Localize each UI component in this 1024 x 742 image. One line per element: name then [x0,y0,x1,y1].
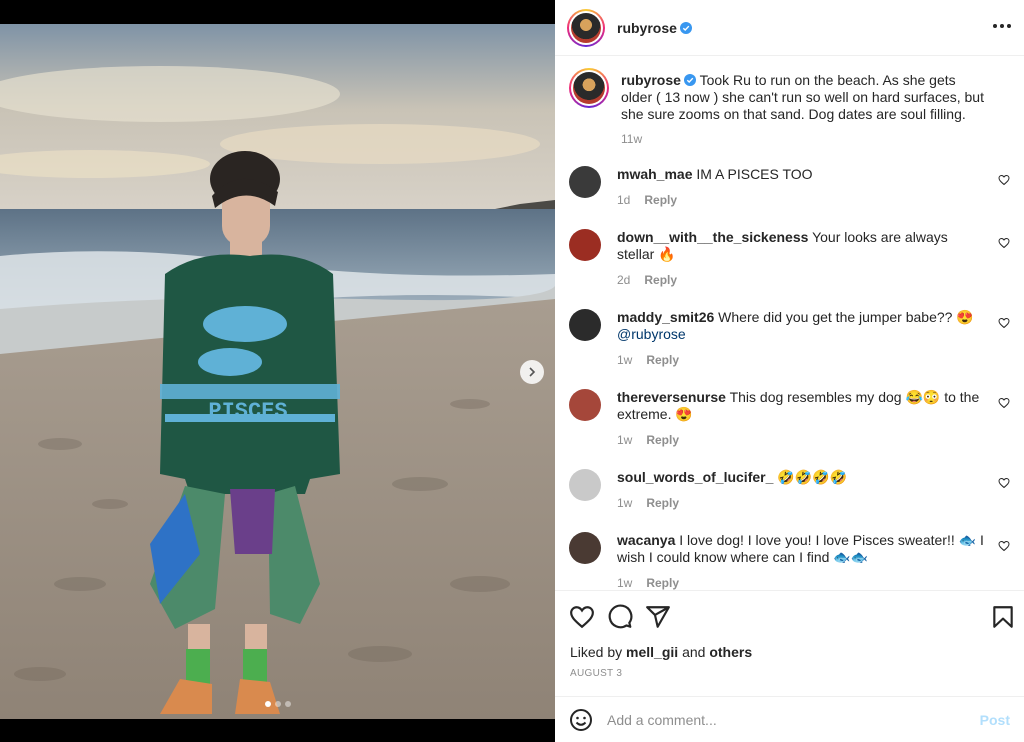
emoji-icon[interactable] [569,708,593,732]
author-username[interactable]: rubyrose [617,20,692,36]
carousel-dot [284,701,291,707]
comment-time: 1d [617,193,631,207]
comment-item: thereversenurse This dog resembles my do… [569,389,1010,449]
add-comment-input[interactable] [607,711,980,728]
reply-button[interactable]: Reply [644,193,677,207]
carousel-indicator [0,701,555,707]
bookmark-icon[interactable] [990,604,1016,630]
post-side-panel: rubyrose rubyrose Took Ru to run on the … [555,0,1024,742]
comment-item: wacanya I love dog! I love you! I love P… [569,532,1010,590]
beach-photo: PISCES [0,24,555,719]
comment-username[interactable]: down__with__the_sickeness [617,229,808,245]
heart-icon[interactable] [998,477,1010,489]
likes-prefix: Liked by [570,644,627,660]
heart-icon[interactable] [998,397,1010,409]
comment-username[interactable]: soul_words_of_lucifer_ [617,469,773,485]
comment-username[interactable]: mwah_mae [617,166,692,182]
heart-icon[interactable] [998,317,1010,329]
comment-time: 2d [617,273,631,287]
caption-username[interactable]: rubyrose [621,72,681,88]
author-avatar[interactable] [567,8,605,47]
comment-icon[interactable] [607,604,633,630]
post-caption: rubyrose Took Ru to run on the beach. As… [569,68,1010,148]
next-photo-button[interactable] [520,360,544,384]
share-icon[interactable] [645,604,671,630]
like-button-heart-icon[interactable] [569,604,595,630]
verified-badge-icon [683,74,696,86]
post-date[interactable]: AUGUST 3 [570,668,622,679]
comment-username[interactable]: wacanya [617,532,675,548]
comment-time: 1w [617,576,633,590]
commenter-avatar[interactable] [569,389,601,421]
comment-username[interactable]: thereversenurse [617,389,726,405]
comment-text: IM A PISCES TOO [696,166,813,182]
heart-icon[interactable] [998,174,1010,186]
reply-button[interactable]: Reply [646,353,679,367]
add-comment-bar: Post [555,696,1024,742]
comment-username[interactable]: maddy_smit26 [617,309,714,325]
comment-time: 1w [617,433,633,447]
likes-middle: and [678,644,710,660]
commenter-avatar[interactable] [569,166,601,198]
carousel-dot [264,701,271,707]
carousel-dot [274,701,281,707]
post-actions: Liked by mell_gii and others AUGUST 3 [555,590,1024,696]
chevron-right-icon [529,367,536,377]
comment-time: 1w [617,353,633,367]
post-media-panel: PISCES [0,0,555,742]
post-comment-button[interactable]: Post [980,712,1010,728]
commenter-avatar[interactable] [569,229,601,261]
liked-by-others[interactable]: others [709,644,752,660]
liked-by-user[interactable]: mell_gii [626,644,678,660]
comment-mention-link[interactable]: @rubyrose [617,326,686,342]
comment-item: maddy_smit26 Where did you get the jumpe… [569,309,1010,369]
comment-item: mwah_mae IM A PISCES TOO 1d Reply [569,166,1010,209]
comment-item: down__with__the_sickeness Your looks are… [569,229,1010,289]
comment-time: 1w [617,496,633,510]
post-header: rubyrose [555,0,1024,56]
comment-item: soul_words_of_lucifer_ 🤣🤣🤣🤣 1w Reply [569,469,1010,512]
commenter-avatar[interactable] [569,309,601,341]
caption-avatar[interactable] [569,68,609,108]
verified-badge-icon [679,21,692,34]
more-options-icon [993,24,1011,28]
comments-list[interactable]: rubyrose Took Ru to run on the beach. As… [555,56,1024,590]
heart-icon[interactable] [998,237,1010,249]
commenter-avatar[interactable] [569,469,601,501]
likes-summary: Liked by mell_gii and others [570,644,752,660]
more-options-button[interactable] [992,18,1012,37]
caption-time: 11w [621,132,643,146]
reply-button[interactable]: Reply [644,273,677,287]
reply-button[interactable]: Reply [646,496,679,510]
comment-text: 🤣🤣🤣🤣 [777,469,848,485]
reply-button[interactable]: Reply [646,576,679,590]
commenter-avatar[interactable] [569,532,601,564]
heart-icon[interactable] [998,540,1010,552]
reply-button[interactable]: Reply [646,433,679,447]
comment-text: Where did you get the jumper babe?? 😍 [718,309,974,325]
sweater-text: PISCES [208,399,287,424]
post-photo[interactable]: PISCES [0,24,555,719]
